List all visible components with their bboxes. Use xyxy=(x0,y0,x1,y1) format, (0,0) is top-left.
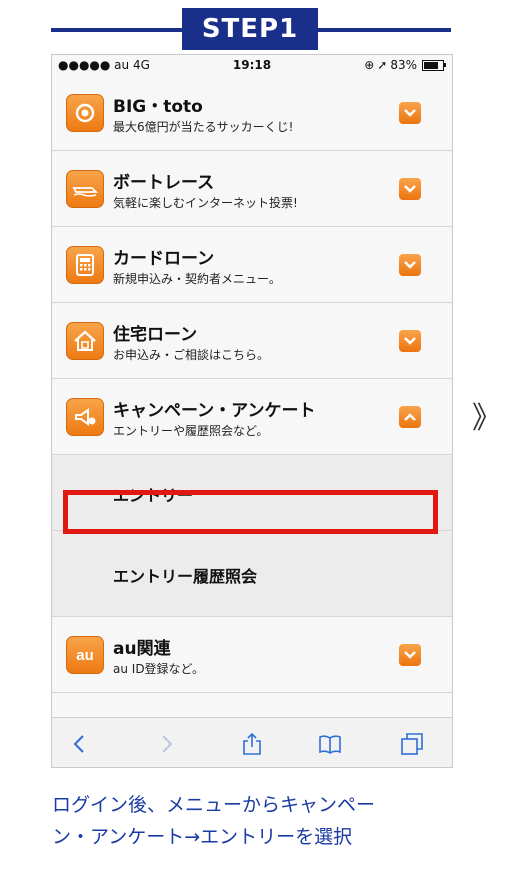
menu-item-subtitle: au ID登録など。 xyxy=(113,662,204,676)
expand-button[interactable] xyxy=(399,644,421,666)
submenu-item-entry-history[interactable]: エントリー履歴照会 xyxy=(52,531,452,617)
status-bar: ●●●●● au 4G 19:18 ⊕ ➚ 83% xyxy=(52,55,452,75)
boat-icon xyxy=(66,170,104,208)
menu-item-bigtoto[interactable]: BIG・toto 最大6億円が当たるサッカーくじ! xyxy=(52,75,452,151)
step-line-right xyxy=(318,28,451,32)
status-right: ⊕ ➚ 83% xyxy=(364,58,446,72)
expand-button[interactable] xyxy=(399,330,421,352)
campaign-icon xyxy=(66,398,104,436)
phone-screen: ●●●●● au 4G 19:18 ⊕ ➚ 83% BIG・toto 最大6億円… xyxy=(51,54,453,768)
menu-item-campaign[interactable]: キャンペーン・アンケート エントリーや履歴照会など。 xyxy=(52,379,452,455)
caption-line-2: ン・アンケート→エントリーを選択 xyxy=(52,826,353,848)
menu-item-title: BIG・toto xyxy=(113,97,203,117)
target-icon xyxy=(66,94,104,132)
caption-line-1: ログイン後、メニューからキャンペー xyxy=(52,794,376,816)
menu-item-subtitle: 気軽に楽しむインターネット投票! xyxy=(113,196,298,210)
menu-item-title: ボートレース xyxy=(113,173,215,193)
rotation-lock-icon: ⊕ xyxy=(364,58,375,72)
menu-item-subtitle: 最大6億円が当たるサッカーくじ! xyxy=(113,120,294,134)
location-icon: ➚ xyxy=(377,58,388,72)
chevron-down-icon xyxy=(404,261,416,269)
forward-icon[interactable] xyxy=(154,732,178,756)
back-icon[interactable] xyxy=(68,732,92,756)
step-badge: STEP1 xyxy=(182,8,318,50)
au-icon-text: au xyxy=(76,646,94,664)
battery-icon xyxy=(422,59,446,71)
menu-item-subtitle: お申込み・ご相談はこちら。 xyxy=(113,348,270,362)
menu-item-title: カードローン xyxy=(113,249,215,269)
step-line-left xyxy=(51,28,182,32)
expand-button[interactable] xyxy=(399,178,421,200)
menu-item-title: 住宅ローン xyxy=(113,325,198,345)
calculator-icon xyxy=(66,246,104,284)
browser-toolbar xyxy=(52,717,452,767)
collapse-button[interactable] xyxy=(399,406,421,428)
menu-item-boatrace[interactable]: ボートレース 気軽に楽しむインターネット投票! xyxy=(52,151,452,227)
chevron-down-icon xyxy=(404,109,416,117)
menu-item-subtitle: 新規申込み・契約者メニュー。 xyxy=(113,272,281,286)
au-icon: au xyxy=(66,636,104,674)
expand-button[interactable] xyxy=(399,102,421,124)
menu-list: BIG・toto 最大6億円が当たるサッカーくじ! ボートレース 気軽に楽しむイ… xyxy=(52,75,452,693)
chevron-down-icon xyxy=(404,651,416,659)
share-icon[interactable] xyxy=(240,732,264,756)
menu-item-au[interactable]: au au関連 au ID登録など。 xyxy=(52,617,452,693)
battery-percent: 83% xyxy=(390,58,417,72)
tabs-icon[interactable] xyxy=(400,732,424,756)
submenu-item-label: エントリー履歴照会 xyxy=(113,567,258,586)
entry-highlight-box xyxy=(63,490,438,534)
menu-item-housingloan[interactable]: 住宅ローン お申込み・ご相談はこちら。 xyxy=(52,303,452,379)
menu-item-cardloan[interactable]: カードローン 新規申込み・契約者メニュー。 xyxy=(52,227,452,303)
bookmarks-icon[interactable] xyxy=(318,732,342,756)
expand-button[interactable] xyxy=(399,254,421,276)
next-step-arrow: 》 xyxy=(472,401,502,436)
house-icon xyxy=(66,322,104,360)
chevron-up-icon xyxy=(404,413,416,421)
chevron-down-icon xyxy=(404,185,416,193)
menu-item-title: キャンペーン・アンケート xyxy=(113,401,316,421)
menu-item-title: au関連 xyxy=(113,639,171,659)
chevron-down-icon xyxy=(404,337,416,345)
menu-item-subtitle: エントリーや履歴照会など。 xyxy=(113,424,269,438)
